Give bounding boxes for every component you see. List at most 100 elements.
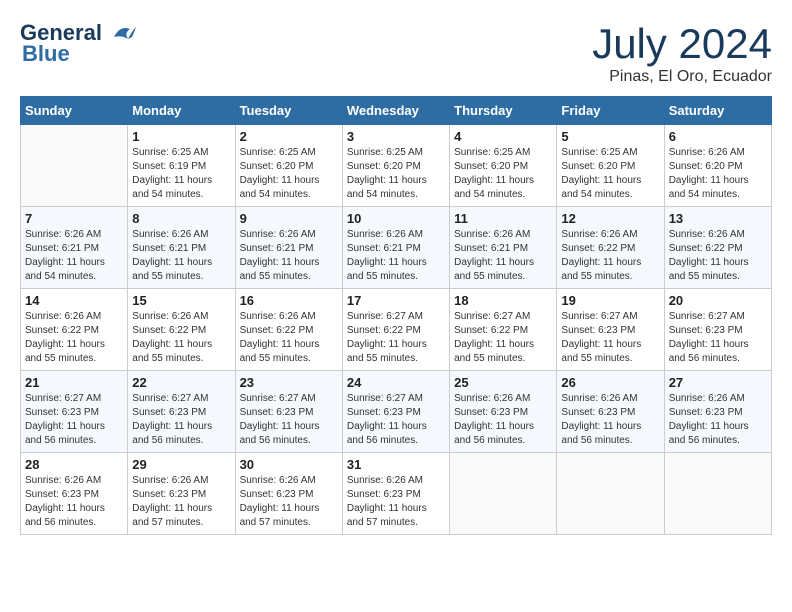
calendar-cell: 30 Sunrise: 6:26 AM Sunset: 6:23 PM Dayli… bbox=[235, 453, 342, 535]
day-number: 24 bbox=[347, 375, 445, 390]
day-number: 10 bbox=[347, 211, 445, 226]
calendar-cell: 3Sunrise: 6:25 AM Sunset: 6:20 PM Daylig… bbox=[342, 125, 449, 207]
day-number: 31 bbox=[347, 457, 445, 472]
calendar-cell: 4 Sunrise: 6:25 AM Sunset: 6:20 PM Daylig… bbox=[450, 125, 557, 207]
day-info: Sunrise: 6:26 AM Sunset: 6:23 PM Dayligh… bbox=[132, 474, 230, 530]
day-info: Sunrise: 6:25 AM Sunset: 6:19 PM Dayligh… bbox=[132, 146, 230, 202]
calendar-cell: 24 Sunrise: 6:27 AM Sunset: 6:23 PM Dayli… bbox=[342, 371, 449, 453]
day-number: 25 bbox=[454, 375, 552, 390]
day-info: Sunrise: 6:26 AM Sunset: 6:22 PM Dayligh… bbox=[132, 310, 230, 366]
logo-line2: Blue bbox=[22, 41, 70, 66]
calendar-cell: 12 Sunrise: 6:26 AM Sunset: 6:22 PM Dayli… bbox=[557, 207, 664, 289]
day-number: 30 bbox=[240, 457, 338, 472]
day-info: Sunrise: 6:26 AM Sunset: 6:21 PM Dayligh… bbox=[132, 228, 230, 284]
location-title: Pinas, El Oro, Ecuador bbox=[592, 68, 772, 86]
weekday-header-row: SundayMondayTuesdayWednesdayThursdayFrid… bbox=[21, 97, 772, 125]
day-info: Sunrise: 6:26 AM Sunset: 6:22 PM Dayligh… bbox=[240, 310, 338, 366]
calendar-cell: 26 Sunrise: 6:26 AM Sunset: 6:23 PM Dayli… bbox=[557, 371, 664, 453]
calendar-cell: 8 Sunrise: 6:26 AM Sunset: 6:21 PM Daylig… bbox=[128, 207, 235, 289]
weekday-header-friday: Friday bbox=[557, 97, 664, 125]
day-info: Sunrise: 6:26 AM Sunset: 6:23 PM Dayligh… bbox=[347, 474, 445, 530]
calendar-cell: 10 Sunrise: 6:26 AM Sunset: 6:21 PM Dayli… bbox=[342, 207, 449, 289]
day-info: Sunrise: 6:26 AM Sunset: 6:22 PM Dayligh… bbox=[561, 228, 659, 284]
calendar-cell: 14Sunrise: 6:26 AM Sunset: 6:22 PM Dayli… bbox=[21, 289, 128, 371]
calendar-cell: 18Sunrise: 6:27 AM Sunset: 6:22 PM Dayli… bbox=[450, 289, 557, 371]
calendar-cell bbox=[21, 125, 128, 207]
day-number: 20 bbox=[669, 293, 767, 308]
day-number: 16 bbox=[240, 293, 338, 308]
day-number: 26 bbox=[561, 375, 659, 390]
calendar-cell bbox=[664, 453, 771, 535]
day-info: Sunrise: 6:27 AM Sunset: 6:23 PM Dayligh… bbox=[240, 392, 338, 448]
calendar-cell: 29 Sunrise: 6:26 AM Sunset: 6:23 PM Dayli… bbox=[128, 453, 235, 535]
calendar-cell: 5Sunrise: 6:25 AM Sunset: 6:20 PM Daylig… bbox=[557, 125, 664, 207]
calendar-cell: 27 Sunrise: 6:26 AM Sunset: 6:23 PM Dayli… bbox=[664, 371, 771, 453]
day-number: 28 bbox=[25, 457, 123, 472]
calendar-cell: 11 Sunrise: 6:26 AM Sunset: 6:21 PM Dayli… bbox=[450, 207, 557, 289]
calendar-cell: 20 Sunrise: 6:27 AM Sunset: 6:23 PM Dayli… bbox=[664, 289, 771, 371]
day-info: Sunrise: 6:26 AM Sunset: 6:21 PM Dayligh… bbox=[240, 228, 338, 284]
day-info: Sunrise: 6:27 AM Sunset: 6:23 PM Dayligh… bbox=[561, 310, 659, 366]
day-number: 5 bbox=[561, 129, 659, 144]
day-info: Sunrise: 6:26 AM Sunset: 6:22 PM Dayligh… bbox=[669, 228, 767, 284]
weekday-header-wednesday: Wednesday bbox=[342, 97, 449, 125]
day-info: Sunrise: 6:25 AM Sunset: 6:20 PM Dayligh… bbox=[240, 146, 338, 202]
day-number: 14 bbox=[25, 293, 123, 308]
calendar-week-1: 1 Sunrise: 6:25 AM Sunset: 6:19 PM Daylig… bbox=[21, 125, 772, 207]
day-info: Sunrise: 6:27 AM Sunset: 6:23 PM Dayligh… bbox=[132, 392, 230, 448]
calendar-cell: 16 Sunrise: 6:26 AM Sunset: 6:22 PM Dayli… bbox=[235, 289, 342, 371]
day-number: 13 bbox=[669, 211, 767, 226]
day-number: 3 bbox=[347, 129, 445, 144]
day-info: Sunrise: 6:26 AM Sunset: 6:21 PM Dayligh… bbox=[347, 228, 445, 284]
logo-bird-icon bbox=[110, 23, 138, 45]
day-number: 12 bbox=[561, 211, 659, 226]
day-info: Sunrise: 6:27 AM Sunset: 6:22 PM Dayligh… bbox=[347, 310, 445, 366]
day-number: 8 bbox=[132, 211, 230, 226]
weekday-header-thursday: Thursday bbox=[450, 97, 557, 125]
title-block: July 2024 Pinas, El Oro, Ecuador bbox=[592, 20, 772, 86]
calendar-week-3: 14 Sunrise: 6:26 AM Sunset: 6:22 PM Dayli… bbox=[21, 289, 772, 371]
day-info: Sunrise: 6:27 AM Sunset: 6:23 PM Dayligh… bbox=[347, 392, 445, 448]
calendar-cell: 7Sunrise: 6:26 AM Sunset: 6:21 PM Daylig… bbox=[21, 207, 128, 289]
calendar-week-2: 7Sunrise: 6:26 AM Sunset: 6:21 PM Daylig… bbox=[21, 207, 772, 289]
calendar-cell bbox=[450, 453, 557, 535]
calendar-cell: 15 Sunrise: 6:26 AM Sunset: 6:22 PM Dayli… bbox=[128, 289, 235, 371]
day-number: 17 bbox=[347, 293, 445, 308]
calendar-week-5: 28 Sunrise: 6:26 AM Sunset: 6:23 PM Dayli… bbox=[21, 453, 772, 535]
day-number: 27 bbox=[669, 375, 767, 390]
month-title: July 2024 bbox=[592, 20, 772, 68]
logo: General Blue bbox=[20, 20, 138, 67]
calendar-cell: 17 Sunrise: 6:27 AM Sunset: 6:22 PM Dayli… bbox=[342, 289, 449, 371]
day-info: Sunrise: 6:26 AM Sunset: 6:23 PM Dayligh… bbox=[669, 392, 767, 448]
day-info: Sunrise: 6:25 AM Sunset: 6:20 PM Dayligh… bbox=[454, 146, 552, 202]
calendar-week-4: 21 Sunrise: 6:27 AM Sunset: 6:23 PM Dayli… bbox=[21, 371, 772, 453]
day-number: 9 bbox=[240, 211, 338, 226]
day-number: 1 bbox=[132, 129, 230, 144]
day-number: 6 bbox=[669, 129, 767, 144]
day-number: 4 bbox=[454, 129, 552, 144]
calendar-cell: 13 Sunrise: 6:26 AM Sunset: 6:22 PM Dayli… bbox=[664, 207, 771, 289]
day-info: Sunrise: 6:27 AM Sunset: 6:23 PM Dayligh… bbox=[25, 392, 123, 448]
calendar-cell: 6 Sunrise: 6:26 AM Sunset: 6:20 PM Daylig… bbox=[664, 125, 771, 207]
calendar-cell: 28 Sunrise: 6:26 AM Sunset: 6:23 PM Dayli… bbox=[21, 453, 128, 535]
weekday-header-sunday: Sunday bbox=[21, 97, 128, 125]
day-info: Sunrise: 6:26 AM Sunset: 6:21 PM Dayligh… bbox=[454, 228, 552, 284]
day-info: Sunrise: 6:26 AM Sunset: 6:23 PM Dayligh… bbox=[25, 474, 123, 530]
day-number: 18 bbox=[454, 293, 552, 308]
day-number: 29 bbox=[132, 457, 230, 472]
day-info: Sunrise: 6:26 AM Sunset: 6:23 PM Dayligh… bbox=[561, 392, 659, 448]
day-info: Sunrise: 6:27 AM Sunset: 6:23 PM Dayligh… bbox=[669, 310, 767, 366]
day-number: 15 bbox=[132, 293, 230, 308]
page-header: General Blue July 2024 Pinas, El Oro, Ec… bbox=[20, 20, 772, 86]
day-number: 21 bbox=[25, 375, 123, 390]
calendar-cell: 1 Sunrise: 6:25 AM Sunset: 6:19 PM Daylig… bbox=[128, 125, 235, 207]
day-number: 2 bbox=[240, 129, 338, 144]
calendar-cell: 2 Sunrise: 6:25 AM Sunset: 6:20 PM Daylig… bbox=[235, 125, 342, 207]
weekday-header-saturday: Saturday bbox=[664, 97, 771, 125]
calendar-cell: 21 Sunrise: 6:27 AM Sunset: 6:23 PM Dayli… bbox=[21, 371, 128, 453]
day-number: 11 bbox=[454, 211, 552, 226]
calendar-cell bbox=[557, 453, 664, 535]
day-info: Sunrise: 6:26 AM Sunset: 6:23 PM Dayligh… bbox=[240, 474, 338, 530]
day-number: 22 bbox=[132, 375, 230, 390]
day-info: Sunrise: 6:26 AM Sunset: 6:20 PM Dayligh… bbox=[669, 146, 767, 202]
